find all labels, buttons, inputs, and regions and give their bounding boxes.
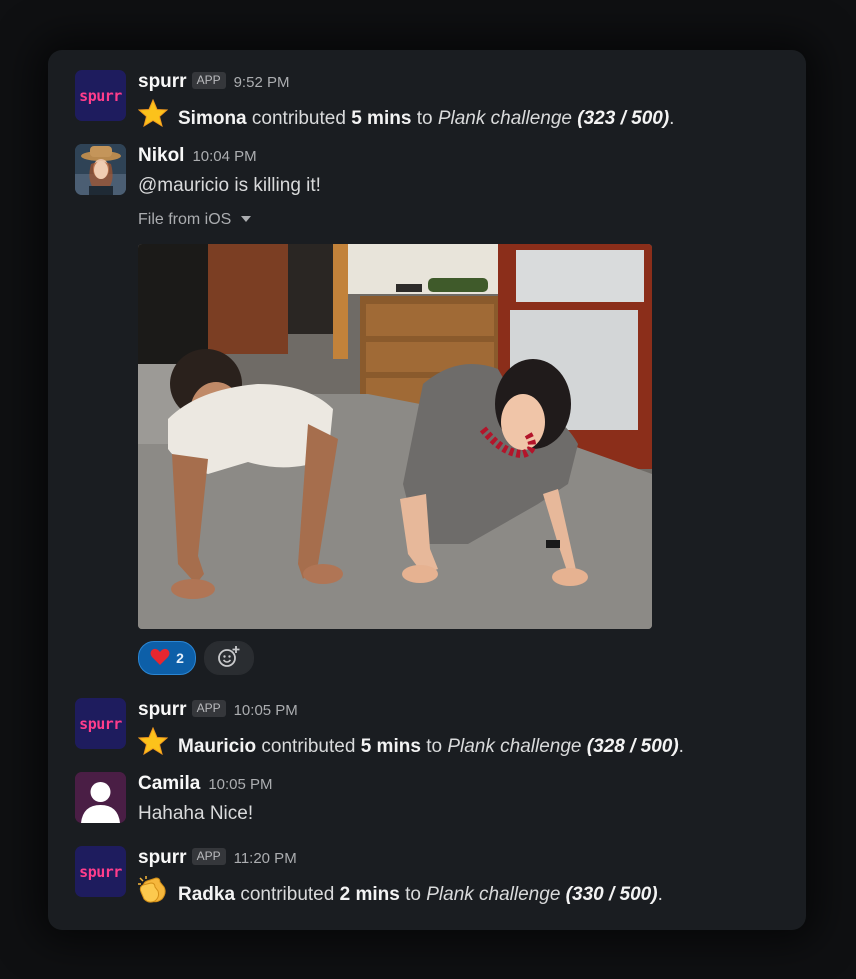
message-text: @mauricio is killing it! <box>138 175 321 196</box>
attached-photo[interactable] <box>138 244 652 629</box>
app-badge: APP <box>191 848 226 865</box>
reaction-count: 2 <box>176 650 184 666</box>
message-text: Simona contributed 5 mins to Plank chall… <box>137 98 778 135</box>
app-badge: APP <box>191 700 226 717</box>
user-avatar-nikol[interactable] <box>75 144 126 195</box>
reactions-bar: 2 <box>138 641 254 675</box>
contributor-name: Simona <box>178 108 247 129</box>
clapping-hands-icon <box>138 875 168 911</box>
sender-name[interactable]: spurr <box>138 699 187 720</box>
timestamp[interactable]: 10:05 PM <box>234 702 298 719</box>
sender-name[interactable]: Camila <box>138 773 200 794</box>
caret-down-icon <box>241 216 252 222</box>
add-reaction-button[interactable] <box>204 641 254 675</box>
timestamp[interactable]: 10:04 PM <box>192 148 256 165</box>
contributor-name: Radka <box>178 884 236 905</box>
sender-name[interactable]: Nikol <box>138 145 184 166</box>
message-text: Hahaha Nice! <box>138 803 254 824</box>
challenge-progress: (328 / 500) <box>586 736 679 757</box>
message-text: Mauricio contributed 5 mins to Plank cha… <box>137 726 778 763</box>
message-pane: spurr spurr APP 9:52 PM Simona contributed… <box>48 50 806 930</box>
timestamp[interactable]: 10:05 PM <box>208 776 272 793</box>
file-source-toggle[interactable]: File from iOS <box>138 211 778 229</box>
challenge-progress: (330 / 500) <box>565 884 658 905</box>
spurr-logo: spurr <box>79 86 122 105</box>
spurr-app-avatar[interactable]: spurr <box>75 846 126 897</box>
spurr-app-avatar[interactable]: spurr <box>75 698 126 749</box>
sender-name[interactable]: spurr <box>138 847 187 868</box>
timestamp[interactable]: 9:52 PM <box>234 74 290 91</box>
challenge-name: Plank challenge <box>447 736 582 757</box>
user-avatar-camila[interactable] <box>75 772 126 823</box>
heart-reaction-button[interactable]: 2 <box>138 641 196 675</box>
spurr-app-avatar[interactable]: spurr <box>75 70 126 121</box>
timestamp[interactable]: 11:20 PM <box>234 850 297 867</box>
sender-name[interactable]: spurr <box>138 71 187 92</box>
app-badge: APP <box>191 72 226 89</box>
challenge-progress: (323 / 500) <box>577 108 670 129</box>
add-emoji-icon <box>217 645 241 672</box>
contributor-name: Mauricio <box>178 736 257 757</box>
star-icon <box>137 726 169 763</box>
heart-icon <box>150 648 170 669</box>
challenge-name: Plank challenge <box>437 108 572 129</box>
message-item: Nikol 10:04 PM @mauricio is killing it! F… <box>75 144 775 684</box>
spurr-logo: spurr <box>79 862 122 881</box>
challenge-name: Plank challenge <box>426 884 561 905</box>
message-text: Radka contributed 2 mins to Plank challe… <box>138 875 778 911</box>
spurr-logo: spurr <box>79 714 122 733</box>
star-icon <box>137 98 169 135</box>
